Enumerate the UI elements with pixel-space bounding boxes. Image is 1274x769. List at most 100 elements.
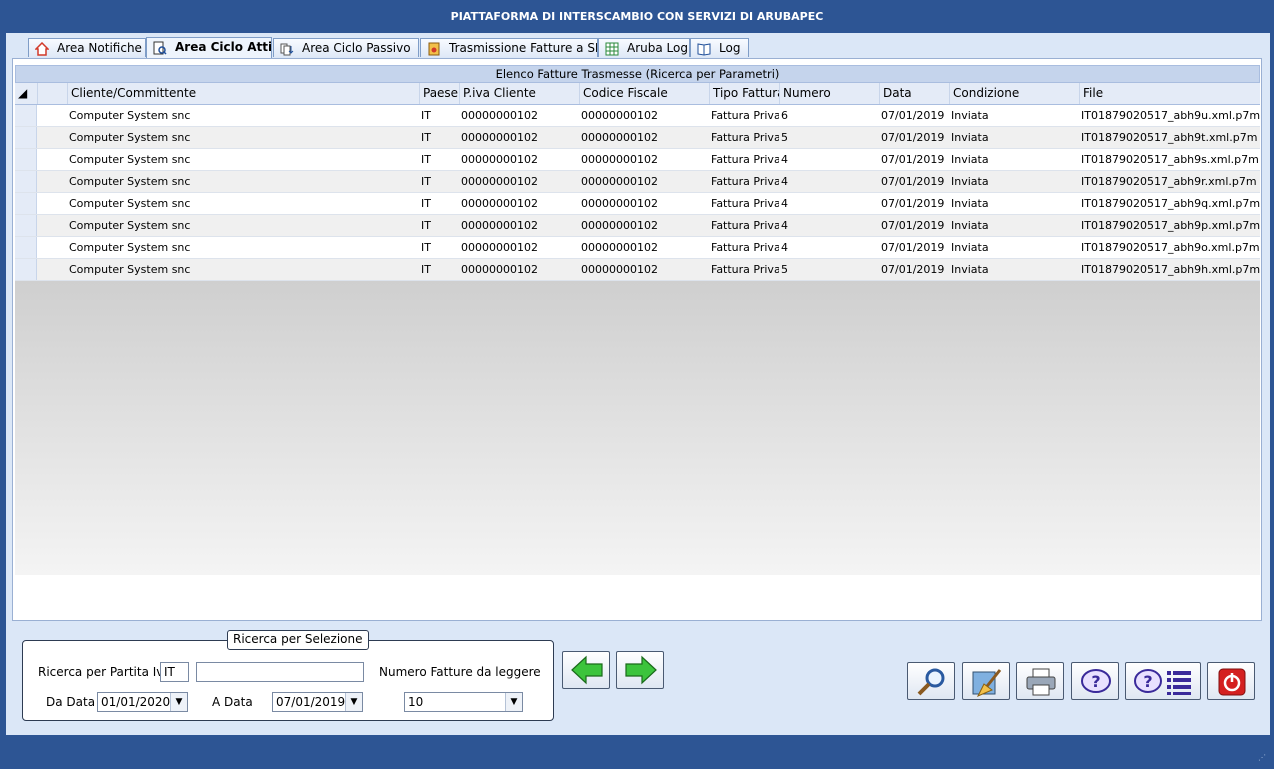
column-header-numero[interactable]: Numero (779, 83, 879, 104)
column-header-data[interactable]: Data (879, 83, 949, 104)
tab-label: Area Notifiche (57, 41, 142, 55)
row-selector[interactable] (15, 237, 37, 258)
tab-label: Area Ciclo Passivo (302, 41, 411, 55)
cell-data: 07/01/2019 (881, 131, 945, 144)
cell-condizione: Inviata (951, 109, 989, 122)
chevron-down-icon[interactable]: ▼ (505, 693, 522, 711)
arrow-right-icon (625, 655, 657, 685)
cell-tipo-fattura: Fattura Privati (711, 131, 779, 144)
cell-numero: 4 (781, 175, 788, 188)
column-header-codice-fiscale[interactable]: Codice Fiscale (579, 83, 709, 104)
table-row[interactable]: Computer System snc IT 00000000102 00000000… (15, 127, 1260, 149)
cell-paese: IT (421, 219, 431, 232)
column-header-tipo-fattura[interactable]: Tipo Fattura (709, 83, 779, 104)
resize-grip-icon[interactable]: ⋰ (1258, 753, 1268, 763)
table-row[interactable]: Computer System snc IT 00000000102 00000000… (15, 193, 1260, 215)
row-selector[interactable] (15, 259, 37, 280)
column-header-condizione[interactable]: Condizione (949, 83, 1079, 104)
help-button[interactable]: ? (1071, 662, 1119, 700)
row-selector[interactable] (15, 193, 37, 214)
search-icon (917, 668, 945, 696)
grid-title: Elenco Fatture Trasmesse (Ricerca per Pa… (15, 65, 1260, 83)
cell-numero: 4 (781, 153, 788, 166)
printer-icon (1026, 668, 1056, 696)
document-search-icon (153, 41, 167, 55)
table-row[interactable]: Computer System snc IT 00000000102 00000000… (15, 215, 1260, 237)
cell-condizione: Inviata (951, 263, 989, 276)
cell-file: IT01879020517_abh9u.xml.p7m (1081, 109, 1260, 122)
cell-condizione: Inviata (951, 175, 989, 188)
grid-empty-area (15, 281, 1260, 575)
help-list-button[interactable]: ? (1125, 662, 1201, 700)
table-row[interactable]: Computer System snc IT 00000000102 00000000… (15, 171, 1260, 193)
to-date-label: A Data (212, 695, 253, 709)
cell-file: IT01879020517_abh9q.xml.p7m (1081, 197, 1260, 210)
cell-tipo-fattura: Fattura Privati (711, 175, 779, 188)
table-row[interactable]: Computer System snc IT 00000000102 00000000… (15, 259, 1260, 281)
tab-area-ciclo-passivo[interactable]: Area Ciclo Passivo (273, 38, 419, 57)
cell-tipo-fattura: Fattura Privati (711, 241, 779, 254)
grid-panel: Elenco Fatture Trasmesse (Ricerca per Pa… (12, 58, 1262, 621)
documents-arrow-icon (280, 43, 294, 55)
tab-label: Log (719, 41, 741, 55)
to-date-picker[interactable]: 07/01/2019 ▼ (272, 692, 363, 712)
row-selector[interactable] (15, 215, 37, 236)
cell-paese: IT (421, 109, 431, 122)
sort-corner-icon[interactable]: ◢ (15, 83, 37, 104)
cell-piva: 00000000102 (461, 109, 538, 122)
cell-codice-fiscale: 00000000102 (581, 175, 658, 188)
next-button[interactable] (616, 651, 664, 689)
count-value: 10 (408, 695, 424, 709)
header-spacer (37, 83, 67, 104)
column-header-file[interactable]: File (1079, 83, 1260, 104)
tab-label: Aruba Log (627, 41, 688, 55)
cell-data: 07/01/2019 (881, 175, 945, 188)
chevron-down-icon[interactable]: ▼ (345, 693, 362, 711)
cell-numero: 5 (781, 263, 788, 276)
search-button[interactable] (907, 662, 955, 700)
cell-condizione: Inviata (951, 219, 989, 232)
column-header-piva[interactable]: P.iva Cliente (459, 83, 579, 104)
cell-tipo-fattura: Fattura Privati (711, 153, 779, 166)
count-select[interactable]: 10 ▼ (404, 692, 523, 712)
print-button[interactable] (1016, 662, 1064, 700)
previous-button[interactable] (562, 651, 610, 689)
cell-numero: 4 (781, 197, 788, 210)
row-selector[interactable] (15, 127, 37, 148)
country-code-input[interactable]: IT (160, 662, 189, 682)
tab-label: Trasmissione Fatture a SDI (449, 41, 598, 55)
row-selector[interactable] (15, 171, 37, 192)
cell-tipo-fattura: Fattura Privati (711, 109, 779, 122)
tab-log[interactable]: Log (690, 38, 749, 57)
tab-area-ciclo-attivo[interactable]: Area Ciclo Attivo (146, 37, 272, 58)
cell-numero: 5 (781, 131, 788, 144)
tab-area-notifiche[interactable]: Area Notifiche (28, 38, 146, 57)
table-row[interactable]: Computer System snc IT 00000000102 00000000… (15, 149, 1260, 171)
cell-numero: 4 (781, 241, 788, 254)
cell-cliente: Computer System snc (69, 263, 191, 276)
table-row[interactable]: Computer System snc IT 00000000102 00000000… (15, 237, 1260, 259)
from-date-label: Da Data (46, 695, 96, 709)
cell-codice-fiscale: 00000000102 (581, 241, 658, 254)
table-row[interactable]: Computer System snc IT 00000000102 00000000… (15, 105, 1260, 127)
cell-condizione: Inviata (951, 153, 989, 166)
row-selector[interactable] (15, 105, 37, 126)
chevron-down-icon[interactable]: ▼ (170, 693, 187, 711)
tab-aruba-log[interactable]: Aruba Log (598, 38, 690, 57)
cell-numero: 6 (781, 109, 788, 122)
tab-trasmissione-fatture[interactable]: Trasmissione Fatture a SDI (420, 38, 598, 57)
cell-cliente: Computer System snc (69, 109, 191, 122)
exit-button[interactable] (1207, 662, 1255, 700)
column-header-cliente[interactable]: Cliente/Committente (67, 83, 419, 104)
broom-icon (972, 669, 1002, 697)
clear-button[interactable] (962, 662, 1010, 700)
row-selector[interactable] (15, 149, 37, 170)
piva-input[interactable] (196, 662, 364, 682)
arrow-left-icon (571, 655, 603, 685)
from-date-picker[interactable]: 01/01/2020 ▼ (97, 692, 188, 712)
cell-piva: 00000000102 (461, 241, 538, 254)
cell-cliente: Computer System snc (69, 153, 191, 166)
from-date-value: 01/01/2020 (101, 695, 171, 709)
status-bar (6, 735, 1270, 766)
column-header-paese[interactable]: Paese (419, 83, 459, 104)
